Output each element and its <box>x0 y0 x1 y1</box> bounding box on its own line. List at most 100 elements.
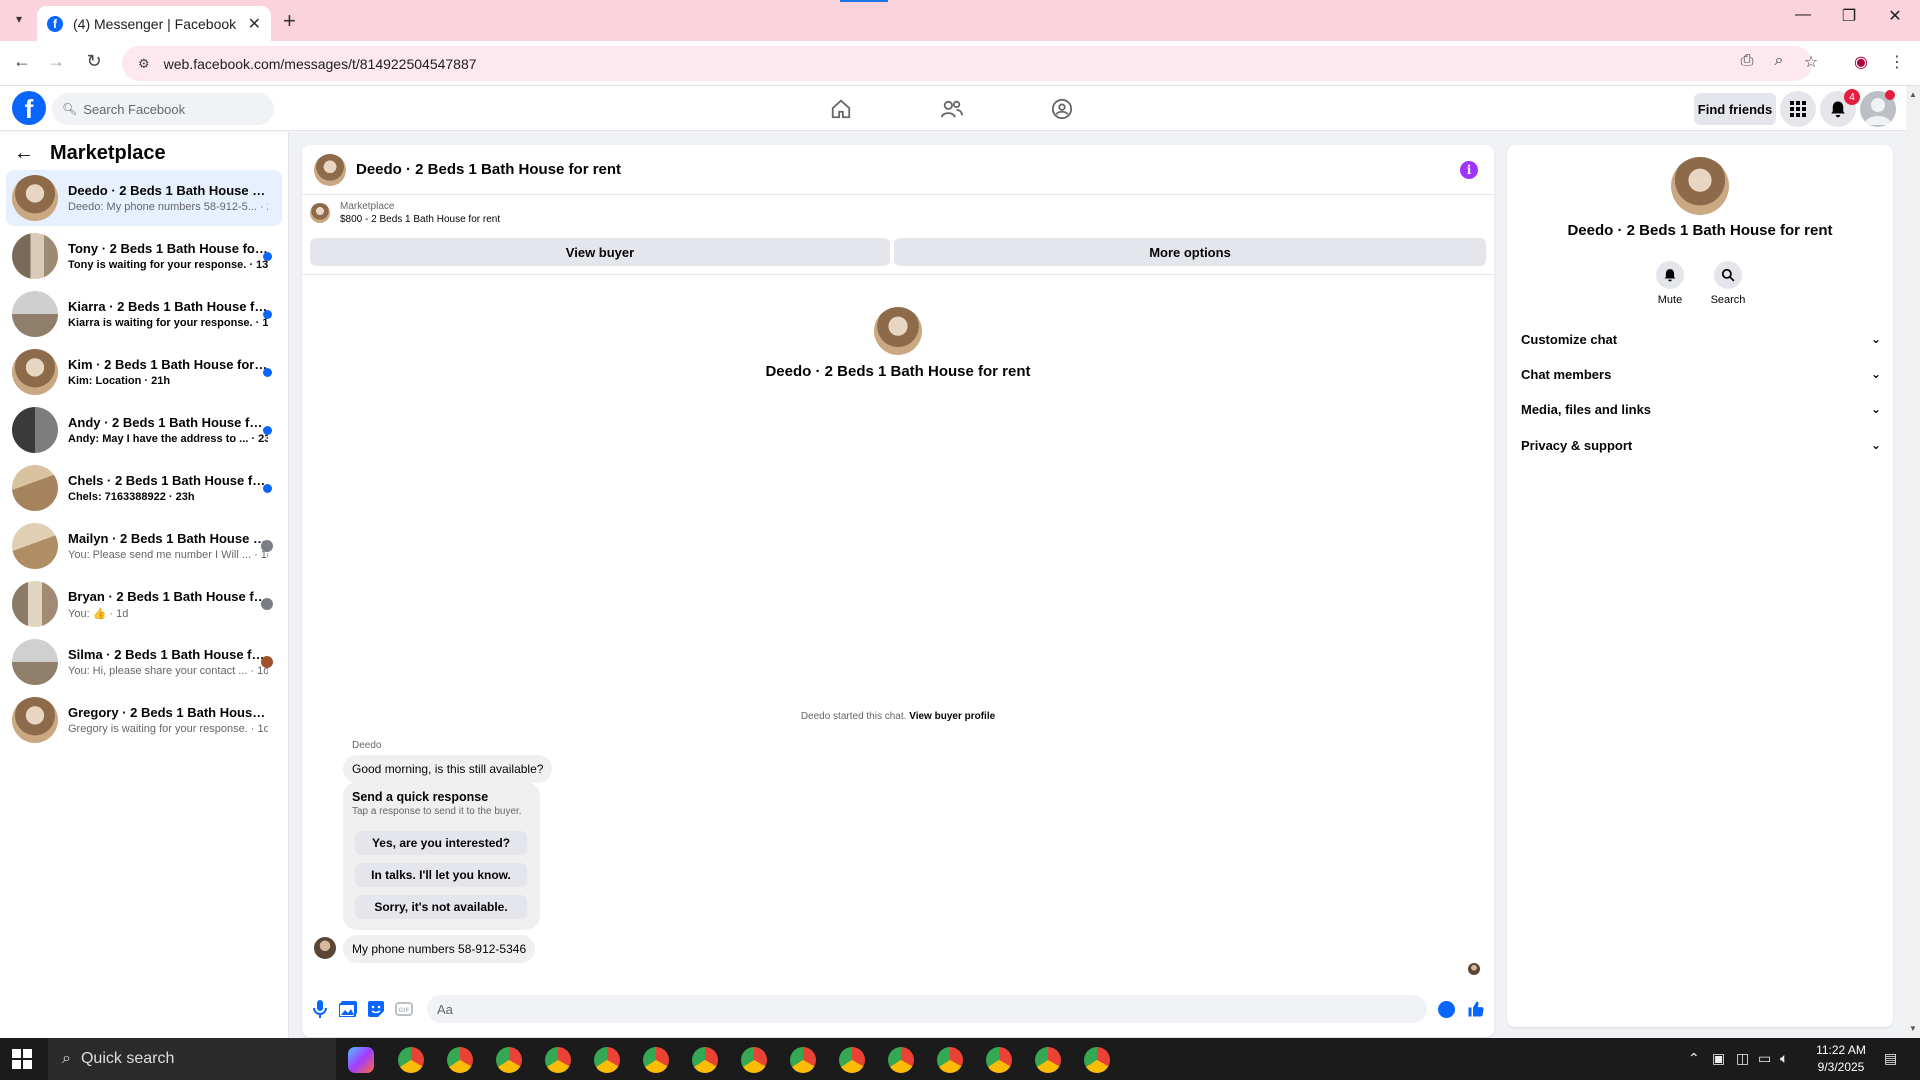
conversation-item-silma[interactable]: Silma · 2 Beds 1 Bath House for ... You: … <box>6 634 282 690</box>
home-icon[interactable] <box>826 94 856 124</box>
scroll-down-arrow-icon[interactable]: ▼ <box>1909 1024 1917 1033</box>
tray-app-icon[interactable]: ◫ <box>1736 1050 1749 1067</box>
chrome-icon[interactable] <box>1084 1047 1110 1073</box>
conversation-item-bryan[interactable]: Bryan · 2 Beds 1 Bath House for ... You: … <box>6 576 282 632</box>
microphone-icon[interactable] <box>310 999 330 1019</box>
sticker-icon[interactable] <box>366 999 386 1019</box>
menu-grid-icon[interactable] <box>1780 91 1816 127</box>
chrome-icon[interactable] <box>398 1047 424 1073</box>
notification-center-icon[interactable]: ▤ <box>1884 1050 1897 1067</box>
chrome-icon[interactable] <box>1035 1047 1061 1073</box>
conversation-item-kiarra[interactable]: Kiarra · 2 Beds 1 Bath House for r... Kia… <box>6 286 282 342</box>
chat-title[interactable]: Deedo · 2 Beds 1 Bath House for rent <box>356 161 621 178</box>
chrome-icon[interactable] <box>545 1047 571 1073</box>
restore-window-icon[interactable]: ❐ <box>1826 6 1872 26</box>
chrome-icon[interactable] <box>447 1047 473 1073</box>
close-window-icon[interactable]: ✕ <box>1872 6 1918 26</box>
network-icon[interactable]: ▭ <box>1758 1050 1771 1067</box>
conversation-item-mailyn[interactable]: Mailyn · 2 Beds 1 Bath House for... You: … <box>6 518 282 574</box>
seen-avatar <box>261 598 273 610</box>
back-arrow-icon[interactable]: ← <box>14 142 34 165</box>
tray-overflow-chevron-icon[interactable]: ⌃ <box>1688 1050 1700 1067</box>
facebook-search-input[interactable]: 🔍︎ Search Facebook <box>52 93 274 125</box>
chat-panel: Deedo · 2 Beds 1 Bath House for rent i M… <box>302 145 1494 1037</box>
conversation-item-tony[interactable]: Tony · 2 Beds 1 Bath House for re... Tony… <box>6 228 282 284</box>
media-files-links-section[interactable]: Media, files and links ⌄ <box>1521 395 1881 423</box>
conversation-info-icon[interactable]: i <box>1460 161 1478 179</box>
privacy-support-section[interactable]: Privacy & support ⌄ <box>1521 431 1881 459</box>
reload-icon[interactable]: ↻ <box>82 51 106 72</box>
chrome-icon[interactable] <box>888 1047 914 1073</box>
chrome-icon[interactable] <box>937 1047 963 1073</box>
quick-response-option[interactable]: Yes, are you interested? <box>355 831 527 855</box>
forward-arrow-icon[interactable]: → <box>44 51 68 72</box>
thumbs-up-icon[interactable] <box>1466 999 1486 1019</box>
chrome-icon[interactable] <box>986 1047 1012 1073</box>
chrome-icon[interactable] <box>741 1047 767 1073</box>
address-bar[interactable]: ⚙ web.facebook.com/messages/t/8149225045… <box>122 46 1812 81</box>
zoom-icon[interactable]: ⌕ <box>1768 52 1790 70</box>
chrome-icon[interactable] <box>594 1047 620 1073</box>
conversation-preview: Kiarra is waiting for your response. · 1… <box>68 317 268 329</box>
browser-tab-active[interactable]: f (4) Messenger | Facebook ✕ <box>37 6 271 41</box>
sender-avatar[interactable] <box>314 937 336 959</box>
clock-date: 9/3/2025 <box>1817 1060 1865 1074</box>
chat-thumbnail[interactable] <box>314 153 346 186</box>
chrome-icon[interactable] <box>643 1047 669 1073</box>
scroll-up-arrow-icon[interactable]: ▲ <box>1909 90 1917 99</box>
chrome-icon[interactable] <box>496 1047 522 1073</box>
profile-icon[interactable]: ◉ <box>1850 52 1872 72</box>
conversation-item-andy[interactable]: Andy · 2 Beds 1 Bath House for r... Andy:… <box>6 402 282 458</box>
browser-menu-icon[interactable]: ⋮ <box>1886 52 1908 72</box>
conversation-item-kim[interactable]: Kim · 2 Beds 1 Bath House for rent Kim: L… <box>6 344 282 400</box>
tab-list-chevron-icon[interactable]: ▾ <box>8 8 30 30</box>
chrome-icon[interactable] <box>839 1047 865 1073</box>
taskbar-search-label: Quick search <box>80 1050 175 1067</box>
volume-icon[interactable]: 🔈︎ <box>1780 1050 1788 1067</box>
windows-taskbar: ⌕ Quick search ⌃ ▣ ◫ ▭ 🔈︎ 11:22 AM 9/3/2… <box>0 1038 1920 1080</box>
emoji-icon[interactable] <box>1438 1001 1455 1018</box>
listing-thumbnail <box>12 233 58 279</box>
system-clock[interactable]: 11:22 AM 9/3/2025 <box>1806 1042 1876 1076</box>
chrome-icon[interactable] <box>790 1047 816 1073</box>
install-app-icon[interactable]: ⎙ <box>1736 52 1758 70</box>
more-options-button[interactable]: More options <box>894 238 1486 266</box>
tab-close-icon[interactable]: ✕ <box>248 14 261 34</box>
bookmark-star-icon[interactable]: ☆ <box>1800 52 1822 72</box>
seen-avatar <box>261 656 273 668</box>
quick-response-option[interactable]: Sorry, it's not available. <box>355 895 527 919</box>
search-in-conversation-button[interactable]: Search <box>1703 261 1753 306</box>
chat-members-section[interactable]: Chat members ⌄ <box>1521 360 1881 388</box>
taskbar-search[interactable]: ⌕ Quick search <box>48 1038 336 1080</box>
listing-summary[interactable]: Marketplace $800 - 2 Beds 1 Bath House f… <box>310 201 500 225</box>
page-scrollbar[interactable]: ▲ ▼ <box>1906 86 1920 1038</box>
conversation-item-gregory[interactable]: Gregory · 2 Beds 1 Bath House for ... Gre… <box>6 692 282 748</box>
quick-response-option[interactable]: In talks. I'll let you know. <box>355 863 527 887</box>
minimize-window-icon[interactable]: — <box>1780 6 1826 24</box>
copilot-icon[interactable] <box>348 1047 374 1073</box>
site-settings-icon[interactable]: ⚙ <box>138 56 150 72</box>
gif-icon[interactable]: GIF <box>394 999 414 1019</box>
chat-started-text: Deedo started this chat. <box>800 711 907 722</box>
new-tab-plus-icon[interactable]: + <box>283 8 296 34</box>
windows-start-icon[interactable] <box>12 1049 32 1069</box>
tray-app-icon[interactable]: ▣ <box>1712 1050 1725 1067</box>
browser-tab-strip: ▾ f (4) Messenger | Facebook ✕ + — ❐ ✕ <box>0 0 1920 41</box>
groups-icon[interactable] <box>1047 94 1077 124</box>
conversation-item-chels[interactable]: Chels · 2 Beds 1 Bath House for r... Chel… <box>6 460 282 516</box>
photo-icon[interactable] <box>338 999 358 1019</box>
mute-button[interactable]: Mute <box>1645 261 1695 306</box>
facebook-logo-icon[interactable]: f <box>12 91 46 125</box>
incoming-message[interactable]: My phone numbers 58-912-5346 <box>343 935 536 963</box>
conversation-item-deedo[interactable]: Deedo · 2 Beds 1 Bath House for re... Dee… <box>6 170 282 226</box>
find-friends-button[interactable]: Find friends <box>1694 93 1776 125</box>
unread-dot <box>263 252 272 261</box>
view-buyer-profile-link[interactable]: View buyer profile <box>909 711 995 722</box>
friends-icon[interactable] <box>937 94 967 124</box>
back-arrow-icon[interactable]: ← <box>10 51 34 72</box>
customize-chat-section[interactable]: Customize chat ⌄ <box>1521 325 1881 353</box>
message-input[interactable]: Aa <box>427 995 1427 1023</box>
chrome-icon[interactable] <box>692 1047 718 1073</box>
view-buyer-button[interactable]: View buyer <box>310 238 890 266</box>
incoming-message[interactable]: Good morning, is this still available? <box>343 755 553 783</box>
